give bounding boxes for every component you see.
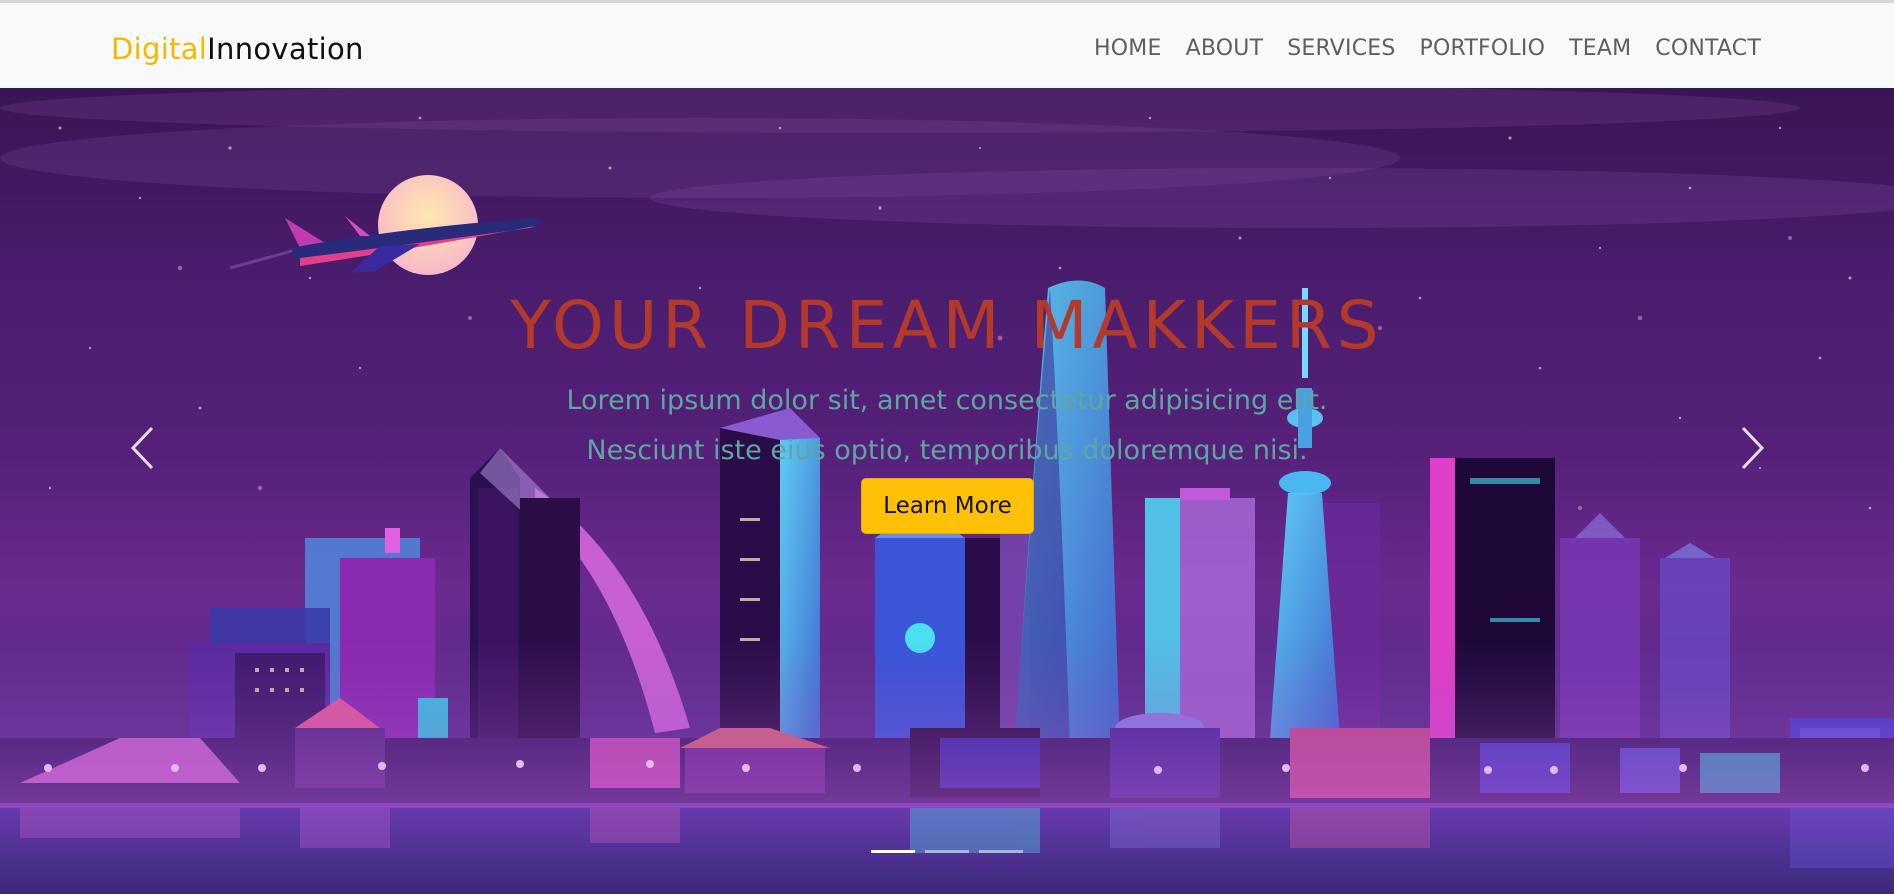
nav-menu: HOME ABOUT SERVICES PORTFOLIO TEAM CONTA…: [1082, 31, 1773, 67]
hero-carousel: YOUR DREAM MAKKERS Lorem ipsum dolor sit…: [0, 88, 1894, 894]
nav-link-about[interactable]: ABOUT: [1174, 31, 1276, 67]
brand-accent: Digital: [111, 32, 208, 66]
carousel-indicator-2[interactable]: [925, 850, 969, 853]
chevron-right-icon: [1741, 426, 1765, 470]
chevron-left-icon: [130, 426, 154, 470]
carousel-indicator-1[interactable]: [871, 850, 915, 853]
nav-link-contact[interactable]: CONTACT: [1643, 31, 1773, 67]
carousel-indicators: [0, 850, 1894, 853]
carousel-indicator-3[interactable]: [979, 850, 1023, 853]
nav-link-home[interactable]: HOME: [1082, 31, 1174, 67]
nav-link-portfolio[interactable]: PORTFOLIO: [1408, 31, 1558, 67]
nav-link-services[interactable]: SERVICES: [1275, 31, 1407, 67]
carousel-prev-button[interactable]: [112, 418, 172, 478]
nav-link-team[interactable]: TEAM: [1557, 31, 1643, 67]
hero-subtitle-line2: Nesciunt iste eius optio, temporibus dol…: [586, 435, 1308, 466]
hero-title: YOUR DREAM MAKKERS: [510, 287, 1384, 364]
brand-logo[interactable]: DigitalInnovation: [111, 30, 364, 68]
brand-rest: Innovation: [207, 32, 364, 66]
carousel-caption: YOUR DREAM MAKKERS Lorem ipsum dolor sit…: [0, 88, 1894, 894]
navbar: DigitalInnovation HOME ABOUT SERVICES PO…: [0, 3, 1894, 88]
learn-more-button[interactable]: Learn More: [861, 478, 1034, 534]
carousel-next-button[interactable]: [1723, 418, 1783, 478]
hero-subtitle-line1: Lorem ipsum dolor sit, amet consectetur …: [566, 385, 1328, 416]
